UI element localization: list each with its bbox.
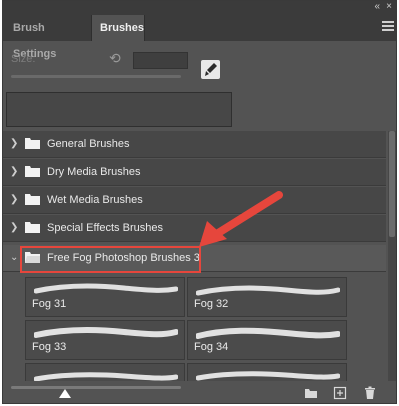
double-chevron-icon[interactable]: « [374, 1, 380, 13]
thumbnail-size-slider[interactable] [11, 386, 181, 389]
size-slider[interactable] [11, 75, 181, 78]
folder-icon [25, 194, 40, 205]
panel-topstrip: « × [3, 1, 396, 13]
annotation-arrow-icon [199, 191, 283, 247]
brush-label: Fog 32 [194, 298, 229, 310]
brush-thumbnail[interactable]: Fog 33 [25, 320, 185, 360]
brush-stroke [196, 327, 340, 339]
folder-icon [25, 166, 40, 177]
brush-stroke [34, 283, 178, 294]
trash-icon[interactable] [363, 386, 377, 400]
chevron-right-icon[interactable]: ❯ [10, 138, 20, 150]
slider-thumb[interactable] [59, 389, 71, 398]
folder-icon [25, 138, 40, 149]
panel-menu-icon[interactable] [382, 21, 394, 31]
brush-thumbnail[interactable]: Fog 34 [187, 320, 347, 360]
group-label: Wet Media Brushes [47, 194, 143, 206]
size-label: Size: [11, 53, 36, 65]
folder-icon[interactable] [304, 386, 318, 400]
tab-brush-settings[interactable]: Brush Settings [5, 15, 89, 60]
brush-preview [6, 92, 232, 127]
tab-bar: Brush Settings Brushes [3, 13, 396, 60]
brush-stroke [34, 327, 178, 338]
folder-icon [25, 222, 40, 233]
group-label: Special Effects Brushes [47, 222, 163, 234]
group-label: General Brushes [47, 138, 130, 150]
highlight-box [20, 246, 201, 273]
brush-label: Fog 33 [32, 341, 67, 353]
brush-thumbnail[interactable]: Fog 31 [25, 277, 185, 317]
brushes-panel: « × Brush Settings Brushes Size: ⟲ ❯ Gen… [2, 0, 397, 404]
chevron-right-icon[interactable]: ❯ [10, 166, 20, 178]
new-brush-icon[interactable] [333, 386, 347, 400]
brush-edit-icon[interactable] [201, 60, 220, 79]
close-icon[interactable]: × [386, 1, 392, 13]
brush-label: Fog 34 [194, 341, 229, 353]
scrollbar-thumb[interactable] [389, 131, 395, 237]
reset-icon[interactable]: ⟲ [109, 51, 123, 65]
chevron-right-icon[interactable]: ❯ [10, 222, 20, 234]
brush-thumbnail[interactable] [25, 363, 185, 381]
brush-thumbnail[interactable]: Fog 32 [187, 277, 347, 317]
chevron-down-icon[interactable]: ⌄ [10, 252, 20, 264]
chevron-right-icon[interactable]: ❯ [10, 194, 20, 206]
brush-thumbnail[interactable] [187, 363, 347, 381]
brush-stroke [196, 285, 340, 296]
group-label: Dry Media Brushes [47, 166, 141, 178]
brush-label: Fog 31 [32, 298, 67, 310]
group-row[interactable]: ❯ General Brushes [3, 131, 386, 158]
tab-brushes[interactable]: Brushes [91, 15, 145, 41]
group-row[interactable]: ❯ Dry Media Brushes [3, 159, 386, 186]
size-input[interactable] [133, 52, 188, 69]
bottom-toolbar [3, 381, 396, 403]
brush-stroke [196, 371, 340, 381]
brush-stroke [34, 372, 178, 381]
